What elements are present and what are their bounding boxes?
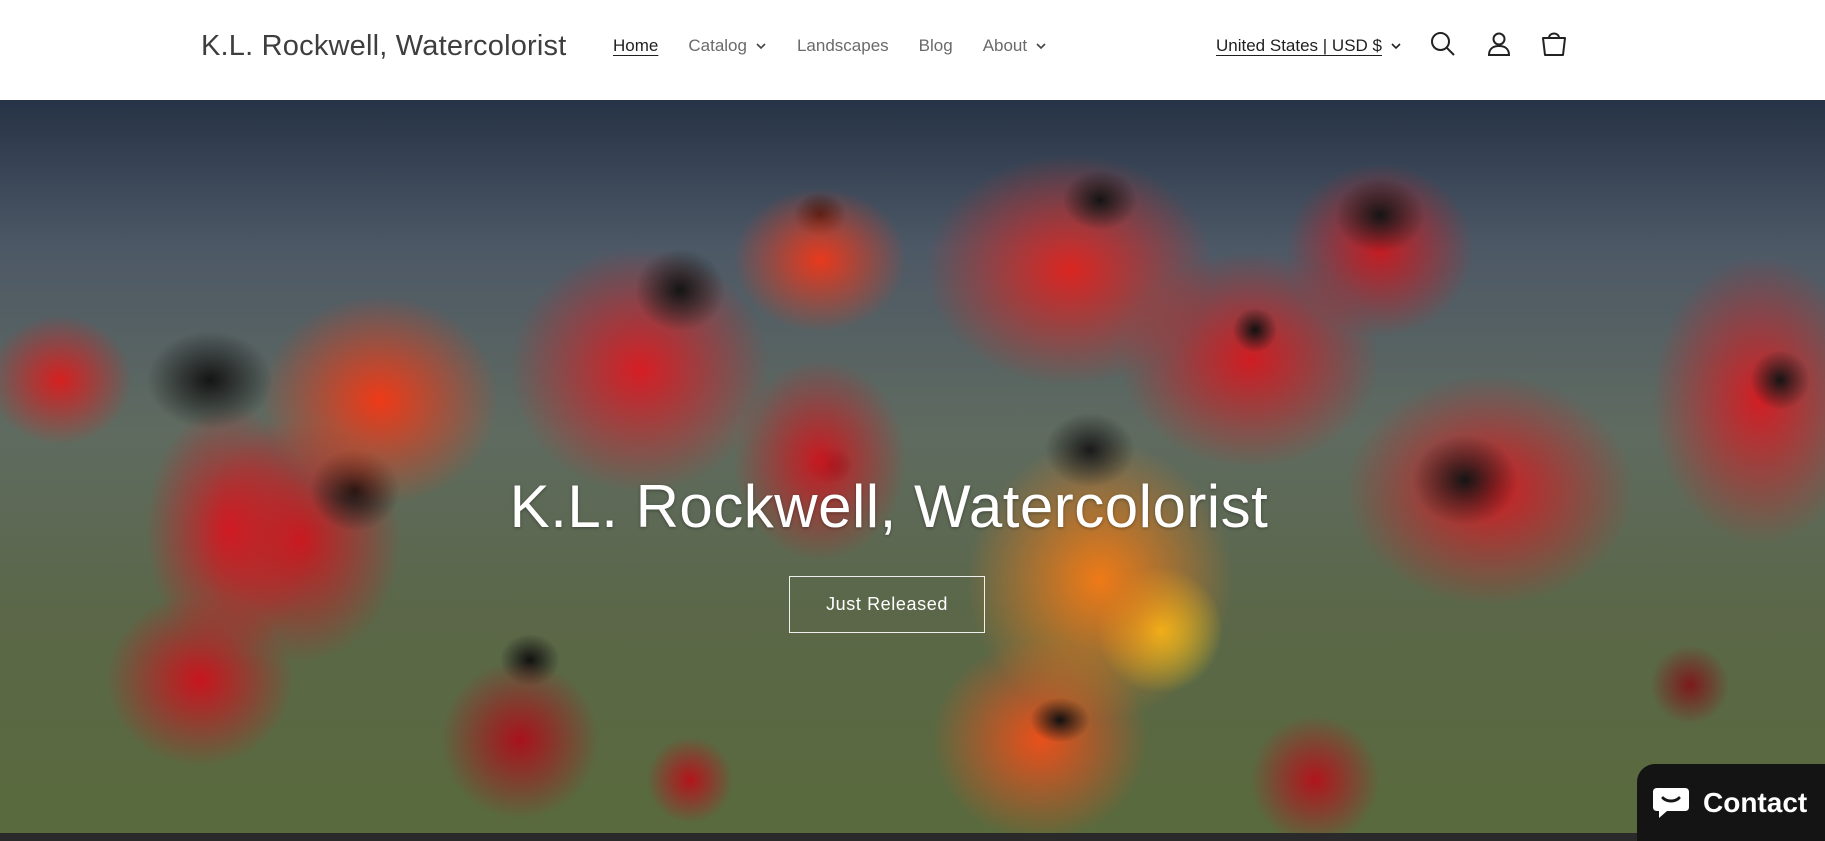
- search-icon[interactable]: [1428, 29, 1458, 59]
- nav-item-landscapes[interactable]: Landscapes: [797, 36, 889, 56]
- site-logo[interactable]: K.L. Rockwell, Watercolorist: [201, 30, 567, 63]
- account-icon[interactable]: [1484, 29, 1514, 59]
- chevron-down-icon: [756, 43, 766, 50]
- nav-item-about[interactable]: About: [983, 36, 1047, 56]
- nav-item-label: Landscapes: [796, 36, 889, 55]
- currency-selector[interactable]: United States | USD $: [1216, 36, 1402, 56]
- main-nav: Home Catalog Landscapes Blog About: [613, 36, 1077, 56]
- nav-item-label: Blog: [918, 36, 953, 55]
- nav-item-blog[interactable]: Blog: [919, 36, 953, 56]
- footer-strip: [0, 833, 1825, 841]
- nav-item-home[interactable]: Home: [613, 36, 658, 56]
- nav-item-label: About: [982, 36, 1028, 55]
- site-header: K.L. Rockwell, Watercolorist Home Catalo…: [0, 0, 1825, 100]
- chevron-down-icon: [1036, 43, 1046, 50]
- chat-bubble-icon: [1653, 787, 1689, 818]
- currency-label: United States | USD $: [1216, 36, 1382, 55]
- nav-item-catalog[interactable]: Catalog: [688, 36, 767, 56]
- nav-item-label: Home: [613, 36, 659, 55]
- cart-icon[interactable]: [1539, 29, 1569, 59]
- nav-item-label: Catalog: [688, 36, 747, 55]
- just-released-button[interactable]: Just Released: [789, 576, 985, 633]
- chevron-down-icon: [1391, 43, 1401, 50]
- hero-banner: K.L. Rockwell, Watercolorist Just Releas…: [0, 100, 1825, 833]
- hero-title: K.L. Rockwell, Watercolorist: [509, 473, 1269, 540]
- contact-label: Contact: [1703, 786, 1808, 818]
- contact-chat-button[interactable]: Contact: [1637, 764, 1825, 841]
